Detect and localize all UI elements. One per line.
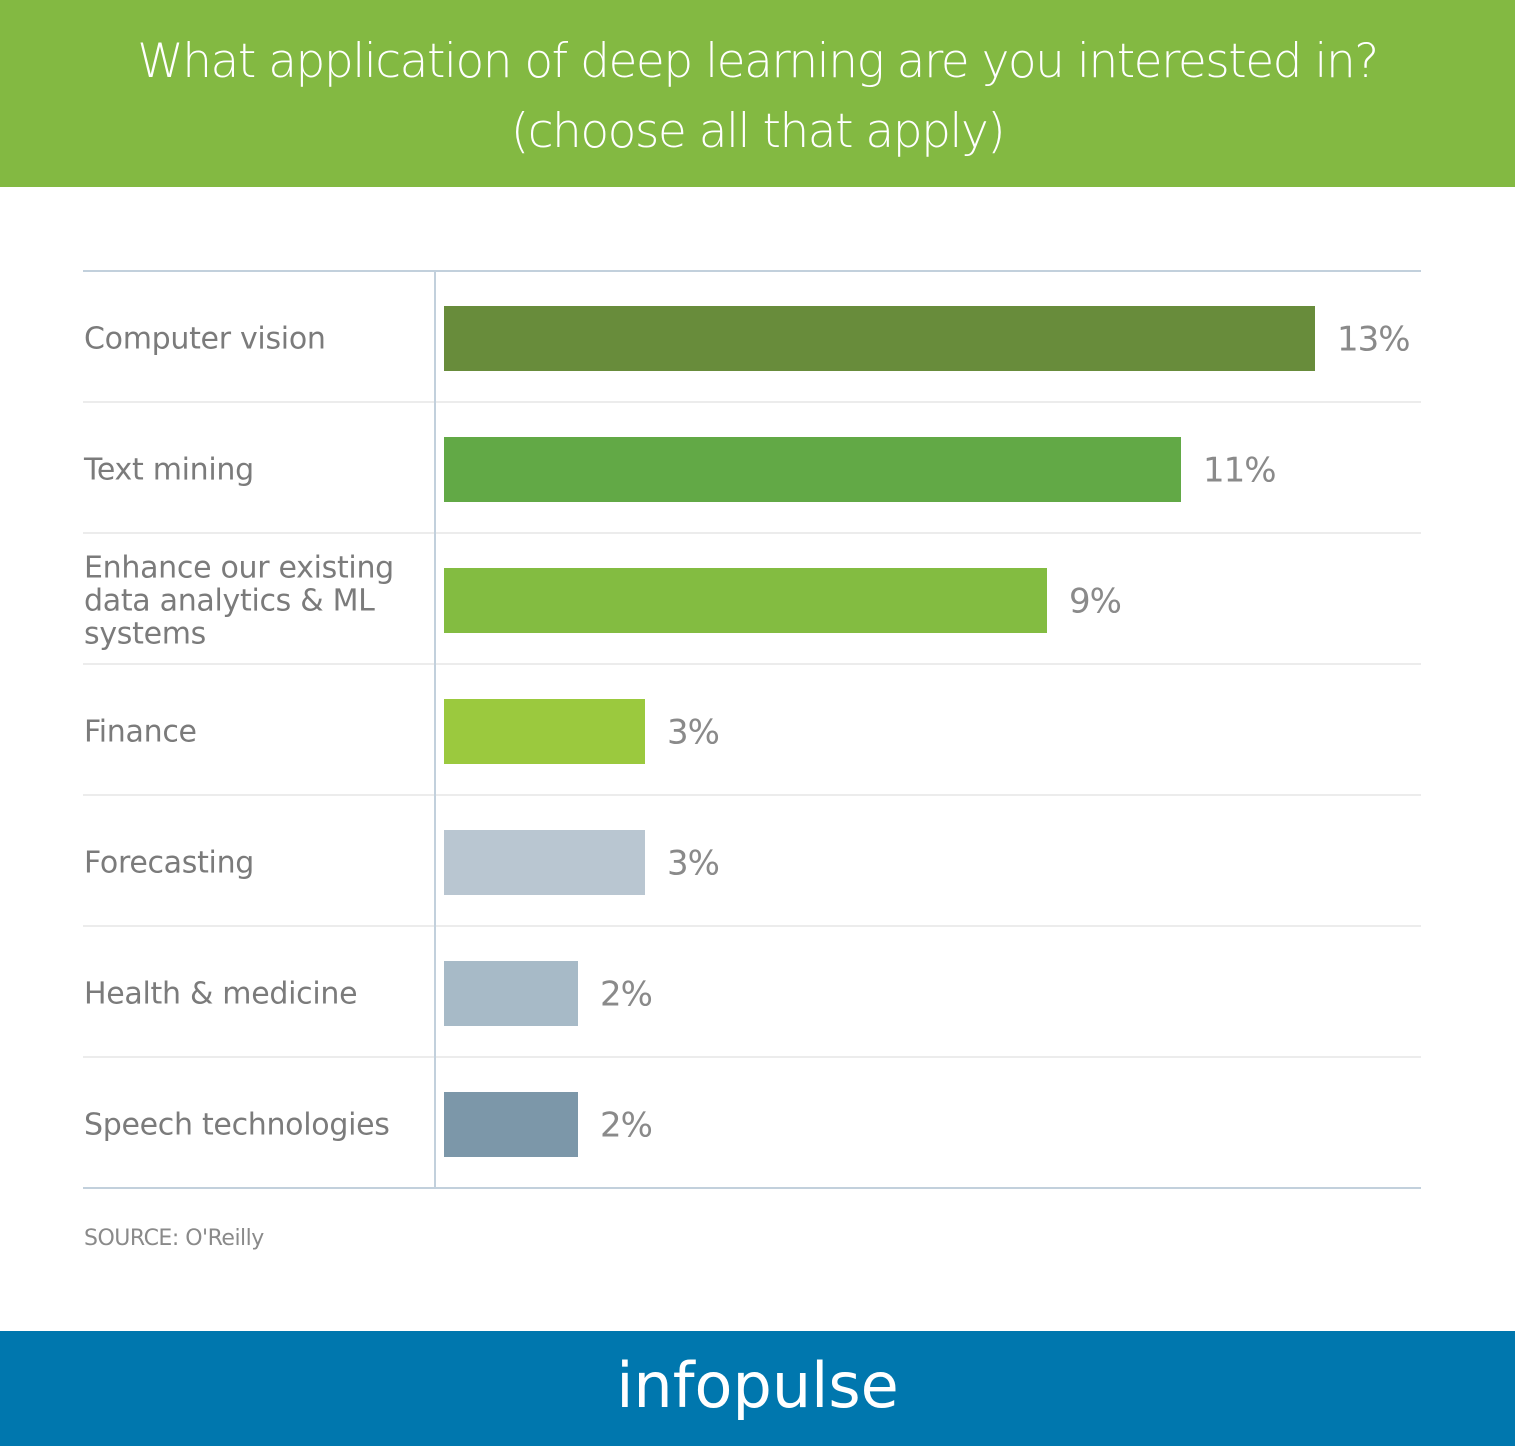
footer-banner: infopulse (0, 1331, 1515, 1446)
category-label: Enhance our existing data analytics & ML s… (84, 551, 394, 652)
bar-5 (444, 830, 645, 895)
bar-7 (444, 1092, 578, 1157)
value-label: 3% (667, 844, 719, 884)
category-label: Computer vision (84, 322, 326, 357)
value-label: 3% (667, 713, 719, 753)
category-label: Speech technologies (84, 1108, 390, 1143)
source-note: SOURCE: O'Reilly (84, 1226, 264, 1251)
infopulse-logo: infopulse (616, 1349, 899, 1422)
bar-6 (444, 961, 578, 1026)
category-label: Health & medicine (84, 977, 357, 1012)
bar-4 (444, 699, 645, 764)
category-label: Text mining (83, 453, 254, 488)
category-label: Finance (84, 715, 197, 750)
bar-2 (444, 437, 1181, 502)
value-label: 2% (600, 975, 652, 1015)
bar-1 (444, 306, 1315, 371)
value-label: 9% (1069, 582, 1121, 622)
value-label: 2% (600, 1106, 652, 1146)
bar-3 (444, 568, 1047, 633)
value-label: 13% (1337, 320, 1410, 360)
category-label: Forecasting (84, 846, 254, 881)
value-label: 11% (1203, 451, 1276, 491)
